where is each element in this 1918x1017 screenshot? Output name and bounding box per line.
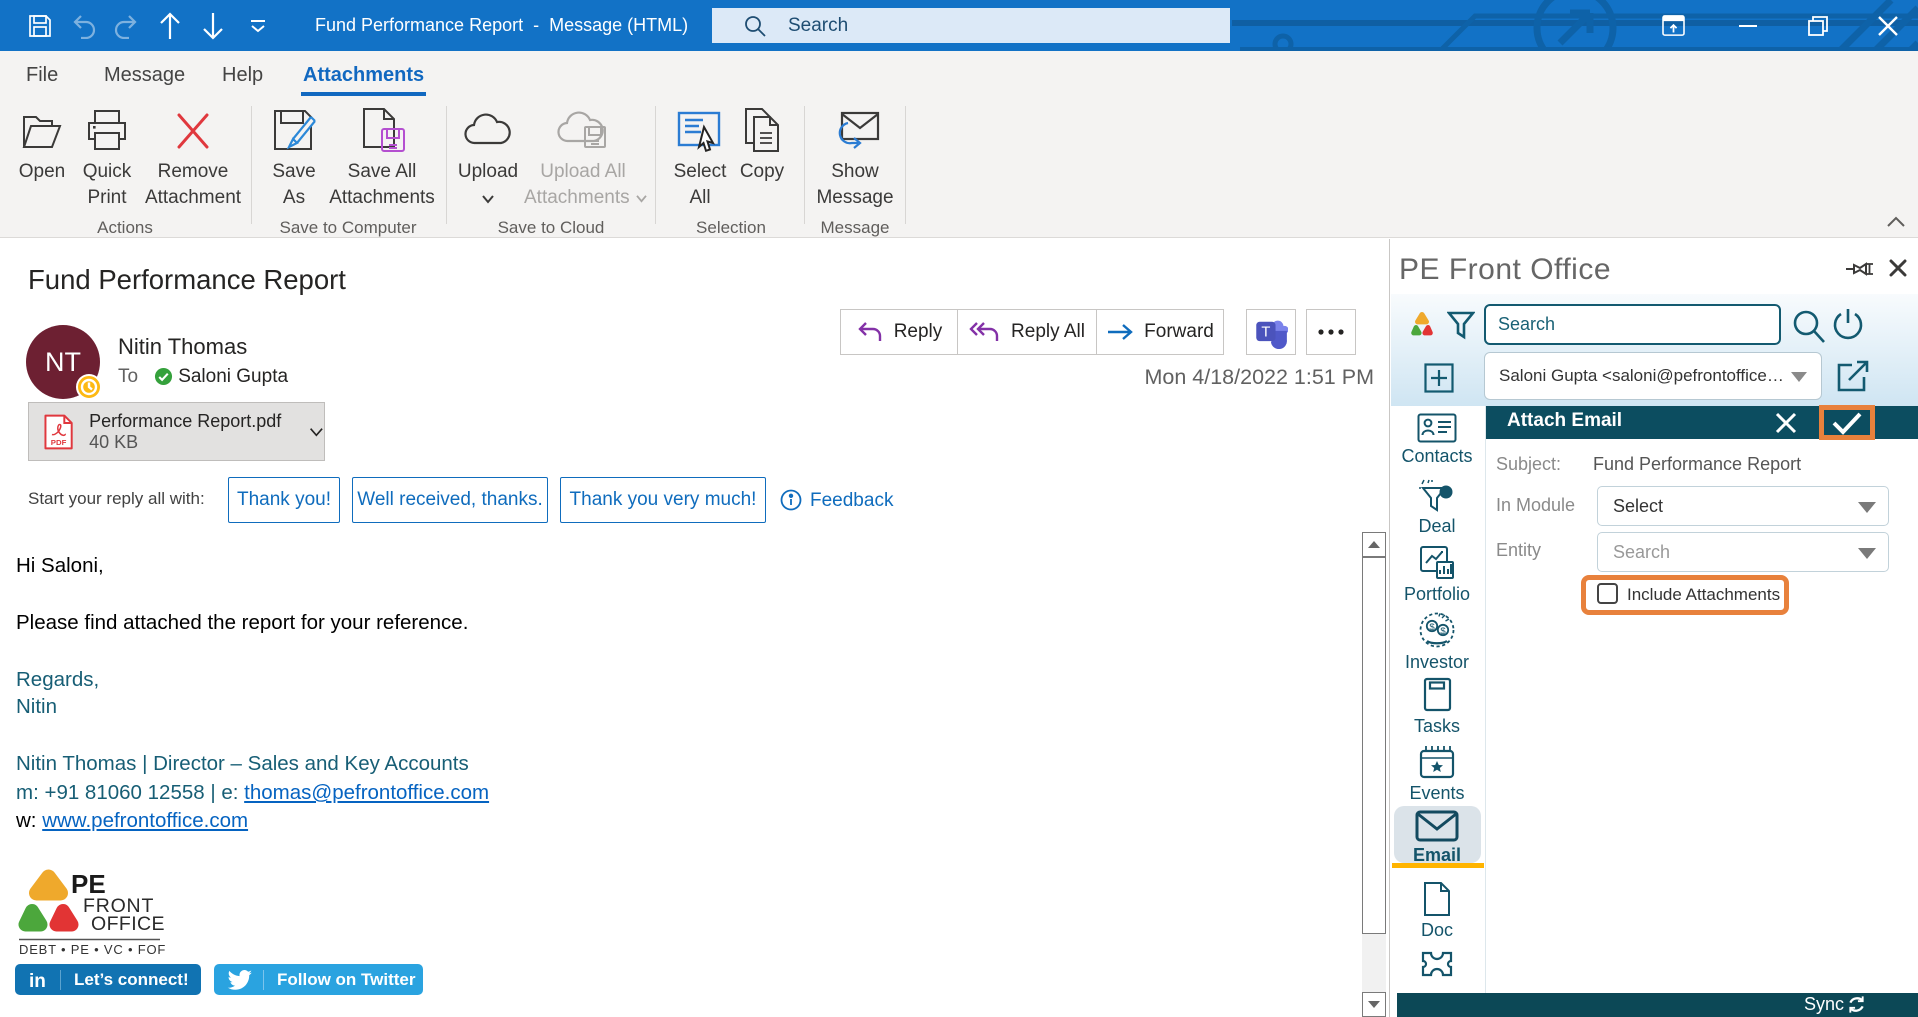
svg-text:$: $ (1440, 626, 1446, 637)
svg-text:OFFICE: OFFICE (91, 913, 165, 935)
svg-text:in: in (29, 971, 46, 992)
svg-text:T: T (1261, 325, 1270, 341)
svg-text:$: $ (1443, 488, 1449, 499)
svg-text:DEBT • PE • VC • FOF: DEBT • PE • VC • FOF (19, 942, 166, 957)
svg-text:PDF: PDF (51, 438, 67, 447)
svg-text:$: $ (1429, 622, 1435, 633)
